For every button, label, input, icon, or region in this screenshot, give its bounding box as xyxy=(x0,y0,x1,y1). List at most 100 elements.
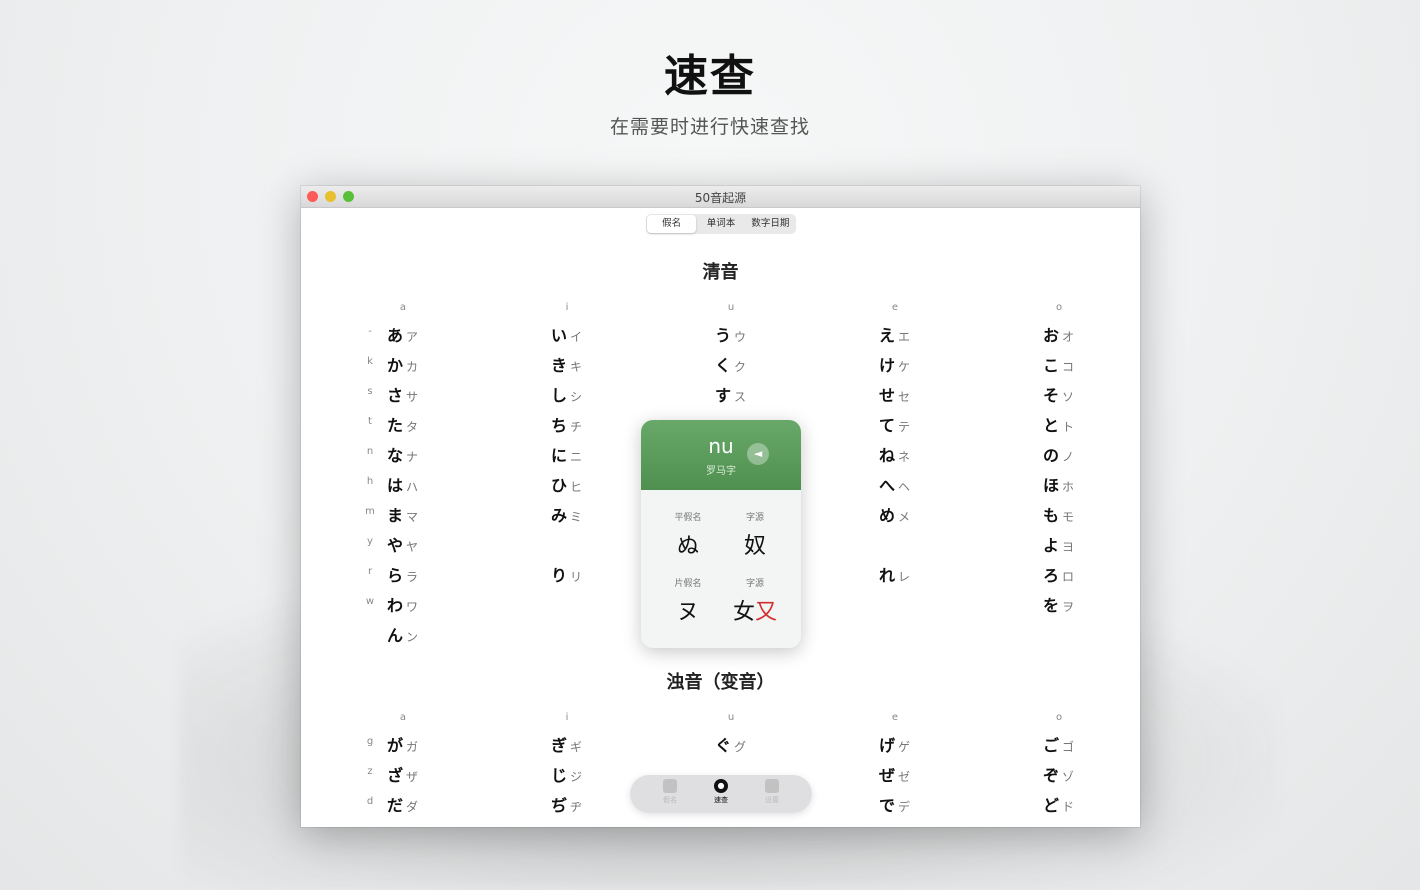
kana-cell[interactable]: やヤ xyxy=(387,532,418,556)
kana-cell[interactable]: こコ xyxy=(1043,352,1074,376)
hiragana-text: を xyxy=(1043,596,1060,615)
kana-cell[interactable]: はハ xyxy=(387,472,418,496)
kana-cell[interactable]: あア xyxy=(387,322,418,346)
kana-cell[interactable]: けケ xyxy=(879,352,910,376)
katakana-text: ク xyxy=(734,360,747,374)
book-icon xyxy=(663,779,677,793)
segment-kana[interactable]: 假名 xyxy=(647,215,697,233)
kana-cell[interactable]: れレ xyxy=(879,562,910,586)
katakana-text: イ xyxy=(570,330,583,344)
kana-cell[interactable]: そソ xyxy=(1043,382,1074,406)
kana-cell[interactable]: ぢヂ xyxy=(551,792,582,816)
katakana-text: ギ xyxy=(570,740,583,754)
katakana-text: ミ xyxy=(570,510,583,524)
hiragana-text: て xyxy=(879,416,896,435)
card-header: nu 罗马字 ◄ xyxy=(641,420,801,490)
bottom-tab-bar: 假名 ● 速查 设置 xyxy=(630,775,812,813)
kana-cell[interactable]: おオ xyxy=(1043,322,1074,346)
kana-cell[interactable]: もモ xyxy=(1043,502,1074,526)
hiragana-text: ぜ xyxy=(879,766,896,785)
katakana-text: ダ xyxy=(406,800,419,814)
kana-cell[interactable]: しシ xyxy=(551,382,582,406)
kana-cell[interactable]: でデ xyxy=(879,792,910,816)
kana-cell[interactable]: きキ xyxy=(551,352,582,376)
katakana-text: ゼ xyxy=(898,770,911,784)
tab-kana[interactable]: 假名 xyxy=(650,779,690,805)
kana-cell[interactable]: よヨ xyxy=(1043,532,1074,556)
speaker-icon[interactable]: ◄ xyxy=(747,443,769,465)
title-bar[interactable]: 50音起源 xyxy=(301,186,1140,208)
hiragana-text: お xyxy=(1043,326,1060,345)
kana-cell[interactable]: ちチ xyxy=(551,412,582,436)
segment-number-date[interactable]: 数字日期 xyxy=(746,215,795,233)
kana-cell[interactable]: ほホ xyxy=(1043,472,1074,496)
row-header: r xyxy=(367,566,373,577)
kana-cell[interactable]: をヲ xyxy=(1043,592,1074,616)
katakana-text: ジ xyxy=(570,770,583,784)
kana-cell[interactable]: だダ xyxy=(387,792,418,816)
kana-cell[interactable]: ごゴ xyxy=(1043,732,1074,756)
row-header: g xyxy=(366,736,374,747)
kana-cell[interactable]: ざザ xyxy=(387,762,418,786)
kana-cell[interactable]: くク xyxy=(715,352,746,376)
katakana-text: ザ xyxy=(406,770,419,784)
kana-cell[interactable]: げゲ xyxy=(879,732,910,756)
katakana-text: ゴ xyxy=(1062,740,1075,754)
kana-cell[interactable]: ぎギ xyxy=(551,732,582,756)
kana-cell[interactable]: わワ xyxy=(387,592,418,616)
kana-cell[interactable]: ひヒ xyxy=(551,472,582,496)
kana-cell[interactable]: がガ xyxy=(387,732,418,756)
katakana-text: ホ xyxy=(1062,480,1075,494)
tab-lookup[interactable]: ● 速查 xyxy=(701,779,741,805)
kana-cell[interactable]: さサ xyxy=(387,382,418,406)
tab-settings[interactable]: 设置 xyxy=(752,779,792,805)
hiragana-text: ま xyxy=(387,506,404,525)
katakana-text: チ xyxy=(570,420,583,434)
hiragana-char: ぬ xyxy=(676,534,699,559)
kana-cell[interactable]: えエ xyxy=(879,322,910,346)
kana-cell[interactable]: りリ xyxy=(551,562,582,586)
kana-cell[interactable]: たタ xyxy=(387,412,418,436)
katakana-text: モ xyxy=(1062,510,1075,524)
kana-cell[interactable]: らラ xyxy=(387,562,418,586)
katakana-text: ノ xyxy=(1062,450,1075,464)
segment-wordbook[interactable]: 单词本 xyxy=(696,215,745,233)
kana-cell[interactable]: めメ xyxy=(879,502,910,526)
kana-cell[interactable]: じジ xyxy=(551,762,582,786)
kana-cell[interactable]: んン xyxy=(387,622,418,646)
kana-cell[interactable]: てテ xyxy=(879,412,910,436)
kana-cell[interactable]: へヘ xyxy=(879,472,910,496)
kana-cell[interactable]: すス xyxy=(715,382,746,406)
katakana-text: カ xyxy=(406,360,419,374)
kana-cell[interactable]: ろロ xyxy=(1043,562,1074,586)
hiragana-text: え xyxy=(879,326,896,345)
kana-cell[interactable]: うウ xyxy=(715,322,746,346)
kana-cell[interactable]: ねネ xyxy=(879,442,910,466)
settings-icon xyxy=(765,779,779,793)
hiragana-text: ほ xyxy=(1043,476,1060,495)
kana-cell[interactable]: ぜゼ xyxy=(879,762,910,786)
hiragana-text: く xyxy=(715,356,732,375)
kana-cell[interactable]: なナ xyxy=(387,442,418,466)
hiragana-text: へ xyxy=(879,476,896,495)
column-header: o xyxy=(1055,712,1063,723)
row-header: w xyxy=(365,596,375,607)
kana-cell[interactable]: のノ xyxy=(1043,442,1074,466)
kana-cell[interactable]: ぞゾ xyxy=(1043,762,1074,786)
kana-cell[interactable]: かカ xyxy=(387,352,418,376)
katakana-text: ハ xyxy=(406,480,419,494)
kana-cell[interactable]: まマ xyxy=(387,502,418,526)
kana-cell[interactable]: にニ xyxy=(551,442,582,466)
kana-cell[interactable]: いイ xyxy=(551,322,582,346)
katakana-text: コ xyxy=(1062,360,1075,374)
kana-cell[interactable]: ぐグ xyxy=(715,732,746,756)
kana-cell[interactable]: せセ xyxy=(879,382,910,406)
kana-cell[interactable]: どド xyxy=(1043,792,1074,816)
row-header: z xyxy=(367,766,373,777)
hiragana-text: に xyxy=(551,446,568,465)
kana-cell[interactable]: とト xyxy=(1043,412,1074,436)
katakana-text: ヤ xyxy=(406,540,419,554)
kana-cell[interactable]: みミ xyxy=(551,502,582,526)
kata-origin-left: 女 xyxy=(732,600,755,625)
katakana-text: マ xyxy=(406,510,419,524)
